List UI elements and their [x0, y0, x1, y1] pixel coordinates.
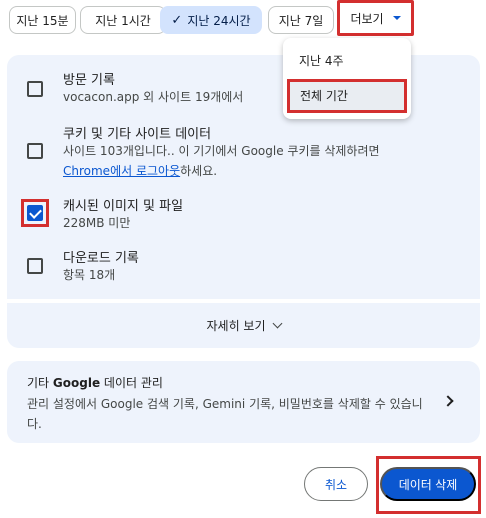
chip-last-24-hours[interactable]: ✓ 지난 24시간 [160, 6, 262, 34]
item-subtitle-line2: Chrome에서 로그아웃하세요. [63, 161, 217, 181]
card-title-prefix: 기타 [27, 376, 53, 390]
chip-label: 지난 15분 [16, 13, 69, 28]
item-subtitle: 사이트 103개입니다.. 이 기기에서 Google 쿠키를 삭제하려면 [63, 144, 380, 158]
card-title: 기타 Google 데이터 관리 [27, 374, 163, 391]
item-title: 방문 기록 [63, 73, 115, 88]
chevron-right-icon [442, 395, 454, 407]
card-title-brand: Google [52, 376, 101, 390]
chevron-down-icon [272, 318, 282, 329]
chip-last-7-days[interactable]: 지난 7일 [268, 6, 334, 34]
show-details-button[interactable]: 자세히 보기 [7, 303, 480, 348]
chip-label: 지난 24시간 [187, 13, 251, 28]
item-title: 다운로드 기록 [63, 251, 139, 266]
item-subtitle-suffix: 하세요. [180, 164, 218, 178]
chrome-signout-link[interactable]: Chrome에서 로그아웃 [63, 164, 180, 178]
chip-last-1-hour[interactable]: 지난 1시간 [80, 6, 166, 34]
item-subtitle: vocacon.app 외 사이트 19개에서 [63, 90, 244, 104]
chip-label: 지난 1시간 [95, 13, 151, 28]
item-title: 쿠키 및 기타 사이트 데이터 [63, 127, 212, 142]
browsing-history-checkbox[interactable] [27, 81, 43, 97]
chip-more[interactable]: 더보기 [337, 0, 414, 36]
download-history-checkbox[interactable] [27, 258, 43, 274]
item-subtitle: 항목 18개 [63, 268, 116, 282]
time-range-dropdown: 지난 4주 전체 기간 [283, 38, 411, 119]
caret-down-icon [392, 16, 401, 20]
item-subtitle: 228MB 미만 [63, 216, 131, 230]
chip-last-15-min[interactable]: 지난 15분 [9, 6, 76, 34]
card-title-suffix: 데이터 관리 [100, 376, 163, 390]
show-details-label: 자세히 보기 [206, 319, 266, 333]
cancel-button[interactable]: 취소 [304, 467, 368, 501]
check-icon: ✓ [171, 12, 183, 28]
card-description: 관리 설정에서 Google 검색 기록, Gemini 기록, 비밀번호를 삭… [27, 397, 423, 431]
dropdown-option-all-time[interactable]: 전체 기간 [287, 79, 407, 113]
item-title: 캐시된 이미지 및 파일 [63, 199, 184, 214]
manage-google-data-card[interactable]: 기타 Google 데이터 관리 관리 설정에서 Google 검색 기록, G… [7, 361, 480, 443]
cookies-checkbox[interactable] [27, 143, 43, 159]
dropdown-option-last-4-weeks[interactable]: 지난 4주 [283, 46, 411, 76]
chip-label: 지난 7일 [278, 13, 324, 28]
delete-data-button[interactable]: 데이터 삭제 [380, 467, 476, 501]
cached-images-checkbox[interactable] [27, 205, 43, 221]
chip-label: 더보기 [350, 11, 384, 26]
